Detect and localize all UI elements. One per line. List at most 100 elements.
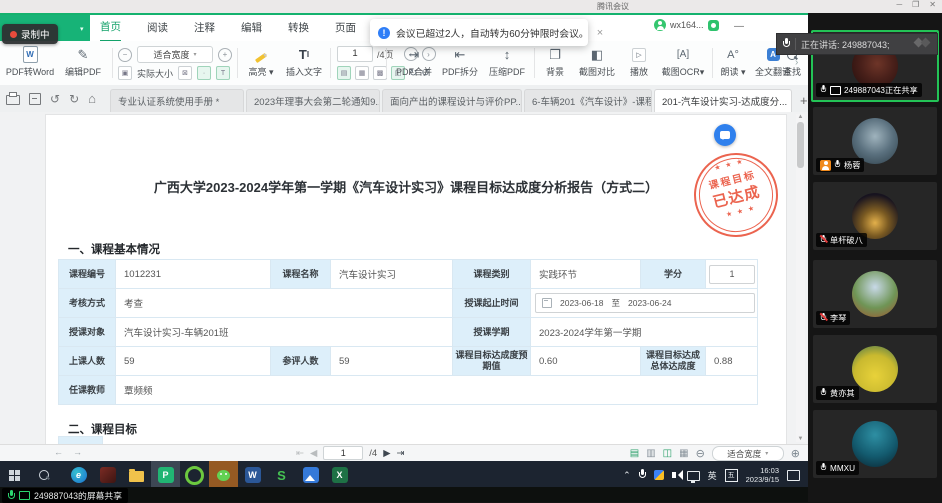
meeting-logo-icon xyxy=(915,39,931,49)
ime-mode-box[interactable]: 五 xyxy=(725,469,738,482)
home-icon[interactable]: ⌂ xyxy=(88,91,96,106)
menu-tab-page[interactable]: 页面 xyxy=(335,15,356,41)
ribbon-expand-icon[interactable]: › xyxy=(795,57,798,68)
menu-tab-convert[interactable]: 转换 xyxy=(288,15,309,41)
background-button[interactable]: ❐ 背景 xyxy=(538,45,572,78)
date-range-input[interactable]: 2023-06-18 至 2023-06-24 xyxy=(535,293,755,313)
continuous-view-icon[interactable]: ▥ xyxy=(646,448,655,459)
taskbar-s-app[interactable]: S xyxy=(267,461,296,489)
vertical-scrollbar[interactable]: ▲ ▼ xyxy=(796,114,805,442)
doc-tab[interactable]: 面向产出的课程设计与评价PP... xyxy=(382,89,522,112)
print-icon[interactable] xyxy=(6,95,20,105)
insert-text-button[interactable]: TI 插入文字 xyxy=(282,45,326,78)
pdf-to-word-button[interactable]: W PDF转Word xyxy=(4,45,56,78)
taskbar-pdf-editor[interactable]: P xyxy=(151,461,180,489)
start-button[interactable] xyxy=(0,461,29,489)
menu-tab-home[interactable]: 首页 xyxy=(100,14,121,42)
zoom-in-icon[interactable]: + xyxy=(218,48,232,62)
prev-page-icon[interactable]: ◀ xyxy=(310,448,317,459)
page-number-input[interactable]: 1 xyxy=(337,46,373,62)
menu-tab-edit[interactable]: 编辑 xyxy=(241,15,262,41)
doc-tab[interactable]: 专业认证系统使用手册 * xyxy=(110,89,244,112)
pdf-minimize-icon[interactable]: — xyxy=(734,21,744,32)
text-mode-icon[interactable]: T xyxy=(216,66,230,80)
save-icon[interactable] xyxy=(29,93,41,105)
display-icon[interactable] xyxy=(687,471,700,481)
taskbar-wechat[interactable] xyxy=(209,461,238,489)
actual-size-button[interactable]: 实际大小 xyxy=(137,67,173,80)
taskbar-search-button[interactable] xyxy=(29,461,58,489)
read-aloud-button[interactable]: A° 朗读 ▾ xyxy=(716,45,750,78)
maximize-icon[interactable]: ❐ xyxy=(912,0,919,9)
participant-tile[interactable]: MMXU xyxy=(813,410,937,478)
doc-tab-active[interactable]: 201-汽车设计实习-达成度分... xyxy=(654,89,792,112)
first-page-icon[interactable]: ⇤ xyxy=(296,448,304,459)
screenshot-compare-button[interactable]: ◧ 截图对比 xyxy=(574,45,620,78)
service-badge-icon[interactable] xyxy=(708,20,719,31)
tray-expand-icon[interactable]: ⌃ xyxy=(623,470,631,481)
menu-tab-annotate[interactable]: 注释 xyxy=(194,15,215,41)
taskbar-meeting-app[interactable] xyxy=(296,461,325,489)
ime-indicator[interactable]: 英 xyxy=(708,469,717,482)
scroll-thumb[interactable] xyxy=(797,122,804,168)
assistant-floating-button[interactable] xyxy=(714,124,736,146)
participant-tile[interactable]: 黄亦其 xyxy=(813,335,937,403)
taskbar-excel[interactable]: X xyxy=(325,461,354,489)
taskbar-green-app[interactable] xyxy=(180,461,209,489)
play-button[interactable]: ▷ 播放 xyxy=(622,45,656,78)
taskbar-word[interactable]: W xyxy=(238,461,267,489)
scroll-down-icon[interactable]: ▼ xyxy=(798,436,804,442)
screenshot-ocr-button[interactable]: [A] 截图OCR▾ xyxy=(658,45,708,78)
taskbar-edge[interactable]: e xyxy=(64,461,93,489)
participant-tile[interactable]: 单杆破八 xyxy=(813,182,937,250)
taskbar-explorer[interactable] xyxy=(122,461,151,489)
credit-input[interactable]: 1 xyxy=(709,265,755,284)
next-page-icon[interactable]: ▶ xyxy=(383,448,390,459)
highlight-button[interactable]: 高亮 ▾ xyxy=(243,45,279,78)
single-page-icon[interactable]: ▤ xyxy=(337,66,351,80)
grid-view-icon[interactable]: ▩ xyxy=(373,66,387,80)
zoom-out-icon[interactable]: − xyxy=(118,48,132,62)
zoom-mode-select[interactable]: 适合宽度▾ xyxy=(137,46,213,63)
toast-close-icon[interactable]: × xyxy=(597,27,603,39)
doc-tab[interactable]: 2023年理事大会第二轮通知9... xyxy=(246,89,380,112)
single-view-icon[interactable]: ▤ xyxy=(630,448,639,459)
new-tab-icon[interactable]: + xyxy=(800,93,808,108)
fit-visible-icon[interactable]: · xyxy=(197,66,211,80)
minimize-icon[interactable]: ─ xyxy=(896,0,902,9)
menu-tab-read[interactable]: 阅读 xyxy=(147,15,168,41)
prev-view-icon[interactable]: ← xyxy=(54,447,63,457)
undo-icon[interactable]: ↺ xyxy=(50,92,60,106)
pdf-status-bar: ← → ⇤ ◀ 1 /4 ▶ ⇥ ▤ ▥ ◫ ▦ ⊖ 适合宽度▾ ⊕ xyxy=(0,444,808,462)
pdf-merge-button[interactable]: ⇥ PDF合并 xyxy=(392,45,436,78)
participant-tile[interactable]: 杨蓉 xyxy=(813,107,937,175)
scroll-up-icon[interactable]: ▲ xyxy=(798,114,804,120)
compress-pdf-button[interactable]: ↕ 压缩PDF xyxy=(484,45,530,78)
pdf-split-button[interactable]: ⇤ PDF拆分 xyxy=(438,45,482,78)
taskbar-clock[interactable]: 16:032023/9/15 xyxy=(746,466,779,485)
zoom-in-icon[interactable]: ⊕ xyxy=(791,447,800,460)
participant-tile[interactable]: 李琴 xyxy=(813,260,937,328)
tray-color-icon[interactable] xyxy=(654,470,664,480)
tray-mic-icon[interactable] xyxy=(639,466,646,484)
taskbar-photos[interactable] xyxy=(93,461,122,489)
last-page-icon[interactable]: ⇥ xyxy=(397,448,405,459)
zoom-out-icon[interactable]: ⊖ xyxy=(696,447,705,460)
close-icon[interactable]: ✕ xyxy=(929,0,936,9)
pdf-account[interactable]: wx164... xyxy=(654,19,719,31)
table-label: 上课人数 xyxy=(59,347,116,376)
double-page-icon[interactable]: ▦ xyxy=(355,66,369,80)
doc-tab[interactable]: 6-车辆201《汽车设计》-课程... xyxy=(524,89,652,112)
facing-view-icon[interactable]: ◫ xyxy=(663,448,672,459)
edit-pdf-button[interactable]: ✎ 编辑PDF xyxy=(58,45,108,78)
account-name: wx164... xyxy=(670,20,704,30)
status-zoom-select[interactable]: 适合宽度▾ xyxy=(712,446,784,461)
notification-center-icon[interactable] xyxy=(787,470,800,481)
fit-page-icon[interactable]: ▣ xyxy=(118,66,132,80)
fit-width-icon[interactable]: ⊠ xyxy=(178,66,192,80)
next-view-icon[interactable]: → xyxy=(73,447,82,457)
speaker-icon[interactable] xyxy=(672,472,676,478)
status-page-input[interactable]: 1 xyxy=(323,446,363,460)
redo-icon[interactable]: ↻ xyxy=(69,92,79,106)
book-view-icon[interactable]: ▦ xyxy=(679,448,688,459)
